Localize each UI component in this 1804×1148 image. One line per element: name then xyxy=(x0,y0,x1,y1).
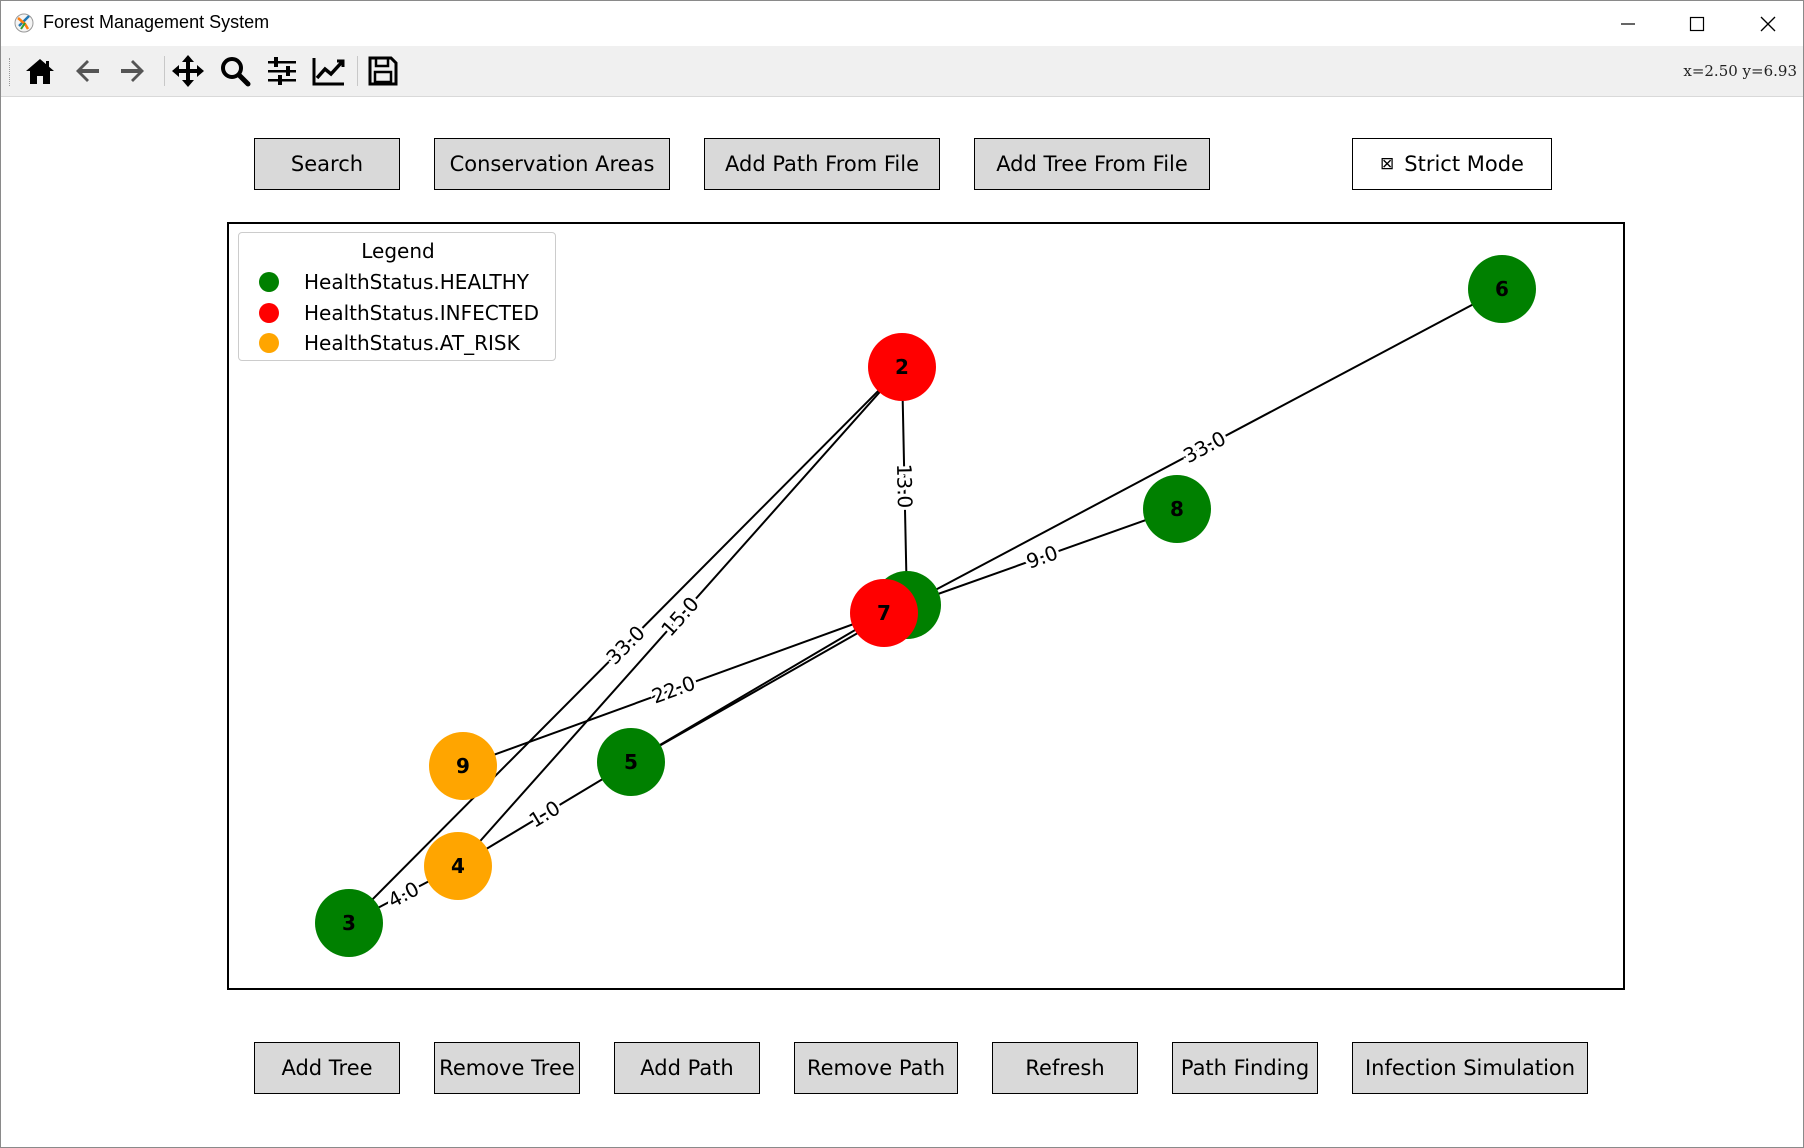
remove-tree-button[interactable]: Remove Tree xyxy=(434,1042,580,1094)
tree-node-label-9: 9 xyxy=(456,754,470,778)
infection-simulation-button[interactable]: Infection Simulation xyxy=(1352,1042,1588,1094)
edge-label-1-6: 33.0 xyxy=(1179,426,1230,468)
refresh-button[interactable]: Refresh xyxy=(992,1042,1138,1094)
tree-node-label-4: 4 xyxy=(451,854,465,878)
legend: Legend HealthStatus.HEALTHY HealthStatus… xyxy=(238,232,556,361)
tree-node-label-2: 2 xyxy=(895,355,909,379)
app-window: Forest Management System x=2.50 y=6.93 S… xyxy=(0,0,1804,1148)
remove-path-button[interactable]: Remove Path xyxy=(794,1042,958,1094)
edge-label-1-8: 9.0 xyxy=(1023,540,1061,573)
tree-node-label-7: 7 xyxy=(877,601,891,625)
legend-title: Legend xyxy=(361,239,435,263)
legend-item-infected: HealthStatus.INFECTED xyxy=(259,300,539,326)
path-finding-button[interactable]: Path Finding xyxy=(1172,1042,1318,1094)
legend-label: HealthStatus.INFECTED xyxy=(304,301,539,325)
legend-label: HealthStatus.HEALTHY xyxy=(304,270,529,294)
add-tree-button[interactable]: Add Tree xyxy=(254,1042,400,1094)
legend-item-healthy: HealthStatus.HEALTHY xyxy=(259,269,529,295)
tree-node-label-8: 8 xyxy=(1170,497,1184,521)
tree-node-label-3: 3 xyxy=(342,911,356,935)
legend-marker-at-risk xyxy=(259,333,279,353)
legend-marker-healthy xyxy=(259,272,279,292)
tree-node-label-6: 6 xyxy=(1495,277,1509,301)
forest-graph: 13.033.09.033.015.022.04.01.0 123456789 xyxy=(315,255,1536,957)
add-path-button[interactable]: Add Path xyxy=(614,1042,760,1094)
legend-item-at-risk: HealthStatus.AT_RISK xyxy=(259,330,520,356)
edge-label-9-7: 22.0 xyxy=(648,671,698,709)
legend-marker-infected xyxy=(259,303,279,323)
tree-node-label-5: 5 xyxy=(624,750,638,774)
edge-label-4-5: 1.0 xyxy=(525,796,565,833)
edge-label-2-1: 13.0 xyxy=(892,463,917,508)
legend-label: HealthStatus.AT_RISK xyxy=(304,331,520,355)
